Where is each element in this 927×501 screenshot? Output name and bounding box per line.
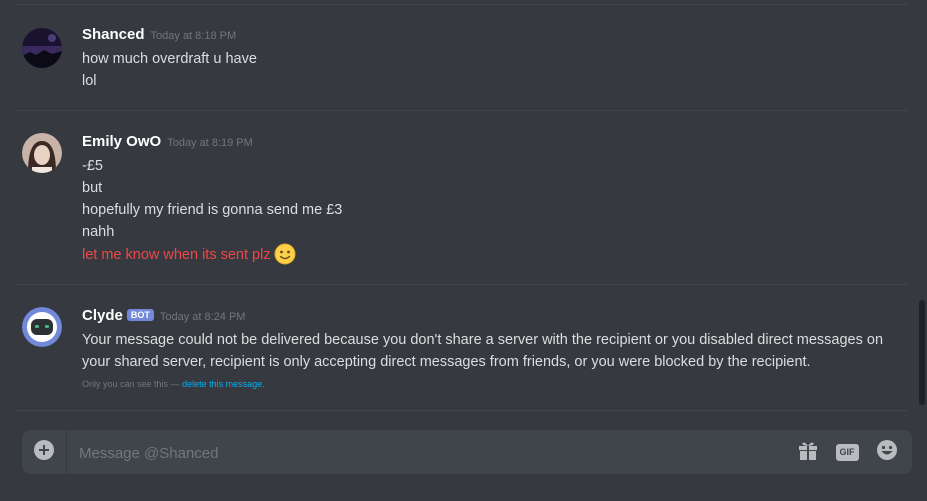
timestamp: Today at 8:24 PM bbox=[159, 311, 246, 323]
message-header: Clyde BOT Today at 8:24 PM bbox=[82, 307, 245, 325]
message-line: lol bbox=[82, 73, 97, 89]
gift-button[interactable] bbox=[796, 440, 820, 464]
system-message-text: Your message could not be delivered beca… bbox=[82, 332, 884, 370]
message-emily: Emily OwO Today at 8:19 PM -£5 but hopefu… bbox=[0, 133, 918, 268]
message-line-failed: let me know when its sent plz bbox=[82, 243, 906, 266]
message-shanced: Shanced Today at 8:18 PM how much overdra… bbox=[0, 26, 918, 96]
emoji-picker-button[interactable] bbox=[875, 439, 899, 466]
message-header: Shanced Today at 8:18 PM bbox=[82, 26, 236, 44]
message-line: -£5 bbox=[82, 158, 103, 174]
slightly-smiling-face-icon[interactable] bbox=[274, 243, 296, 265]
ephemeral-note: Only you can see this — bbox=[82, 379, 180, 389]
avatar[interactable] bbox=[22, 133, 62, 173]
message-input[interactable] bbox=[77, 441, 781, 465]
bot-badge: BOT bbox=[126, 309, 154, 321]
message-line: but bbox=[82, 180, 103, 196]
divider bbox=[16, 110, 908, 111]
message-content: -£5 but hopefully my friend is gonna sen… bbox=[82, 155, 906, 266]
username[interactable]: Shanced bbox=[82, 26, 145, 43]
message-content: Your message could not be delivered beca… bbox=[82, 329, 906, 389]
gif-icon: GIF bbox=[835, 443, 859, 461]
gif-button[interactable]: GIF bbox=[835, 440, 859, 464]
username[interactable]: Emily OwO bbox=[82, 133, 161, 150]
avatar[interactable] bbox=[22, 28, 62, 68]
timestamp: Today at 8:19 PM bbox=[167, 137, 253, 149]
message-line: nahh bbox=[82, 224, 115, 240]
add-attachment-button[interactable] bbox=[22, 430, 67, 474]
divider bbox=[16, 4, 908, 5]
emoji-picker-icon bbox=[876, 439, 898, 466]
message-composer: GIF bbox=[22, 430, 912, 474]
username[interactable]: Clyde bbox=[82, 307, 123, 324]
message-list[interactable]: Shanced Today at 8:18 PM how much overdra… bbox=[0, 0, 918, 420]
divider bbox=[16, 410, 908, 411]
delete-message-link[interactable]: delete this message. bbox=[182, 379, 265, 389]
avatar[interactable] bbox=[22, 307, 62, 347]
scrollbar-thumb[interactable] bbox=[919, 300, 925, 405]
divider bbox=[16, 284, 908, 285]
message-header: Emily OwO Today at 8:19 PM bbox=[82, 133, 253, 151]
failed-message-text: let me know when its sent plz bbox=[82, 247, 271, 263]
timestamp: Today at 8:18 PM bbox=[150, 30, 237, 42]
message-line: hopefully my friend is gonna send me £3 bbox=[82, 202, 343, 218]
message-line: how much overdraft u have bbox=[82, 51, 257, 67]
message-clyde: Clyde BOT Today at 8:24 PM Your message co… bbox=[0, 307, 918, 402]
add-attachment-icon bbox=[34, 439, 54, 465]
ephemeral-notice: Only you can see this — delete this mess… bbox=[82, 379, 906, 389]
gift-icon bbox=[797, 439, 819, 466]
message-content: how much overdraft u have lol bbox=[82, 48, 906, 92]
